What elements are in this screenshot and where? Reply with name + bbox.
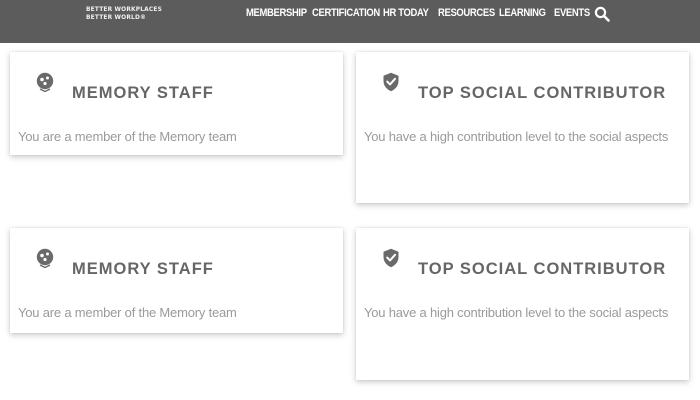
badge-title: MEMORY STAFF xyxy=(72,260,214,278)
nav-resources[interactable]: RESOURCES xyxy=(438,7,495,19)
nav-membership[interactable]: MEMBERSHIP xyxy=(246,7,307,19)
badge-description: You have a high contribution level to th… xyxy=(364,305,669,320)
nav-events[interactable]: EVENTS xyxy=(554,7,590,19)
badge-description: You are a member of the Memory team xyxy=(18,129,237,144)
badge-description: You have a high contribution level to th… xyxy=(364,129,669,144)
shield-check-icon xyxy=(383,248,399,268)
badge-card-top-social-contributor[interactable]: TOP SOCIAL CONTRIBUTOR You have a high c… xyxy=(356,228,689,380)
search-icon[interactable] xyxy=(594,6,610,22)
badge-card-memory-staff[interactable]: MEMORY STAFF You are a member of the Mem… xyxy=(10,228,343,333)
badge-title: TOP SOCIAL CONTRIBUTOR xyxy=(418,84,667,102)
badge-card-memory-staff[interactable]: MEMORY STAFF You are a member of the Mem… xyxy=(10,52,343,155)
memory-badge-icon xyxy=(36,248,54,268)
top-navigation-bar: BETTER WORKPLACES BETTER WORLD® MEMBERSH… xyxy=(0,0,700,43)
badge-title: TOP SOCIAL CONTRIBUTOR xyxy=(418,260,667,278)
main-nav: MEMBERSHIP CERTIFICATION HR TODAY RESOUR… xyxy=(0,0,700,28)
badge-description: You are a member of the Memory team xyxy=(18,305,237,320)
nav-learning[interactable]: LEARNING xyxy=(499,7,546,19)
nav-hr-today[interactable]: HR TODAY xyxy=(383,7,429,19)
badge-card-top-social-contributor[interactable]: TOP SOCIAL CONTRIBUTOR You have a high c… xyxy=(356,52,689,203)
nav-certification[interactable]: CERTIFICATION xyxy=(312,7,380,19)
badge-title: MEMORY STAFF xyxy=(72,84,214,102)
memory-badge-icon xyxy=(36,72,54,92)
shield-check-icon xyxy=(383,72,399,92)
